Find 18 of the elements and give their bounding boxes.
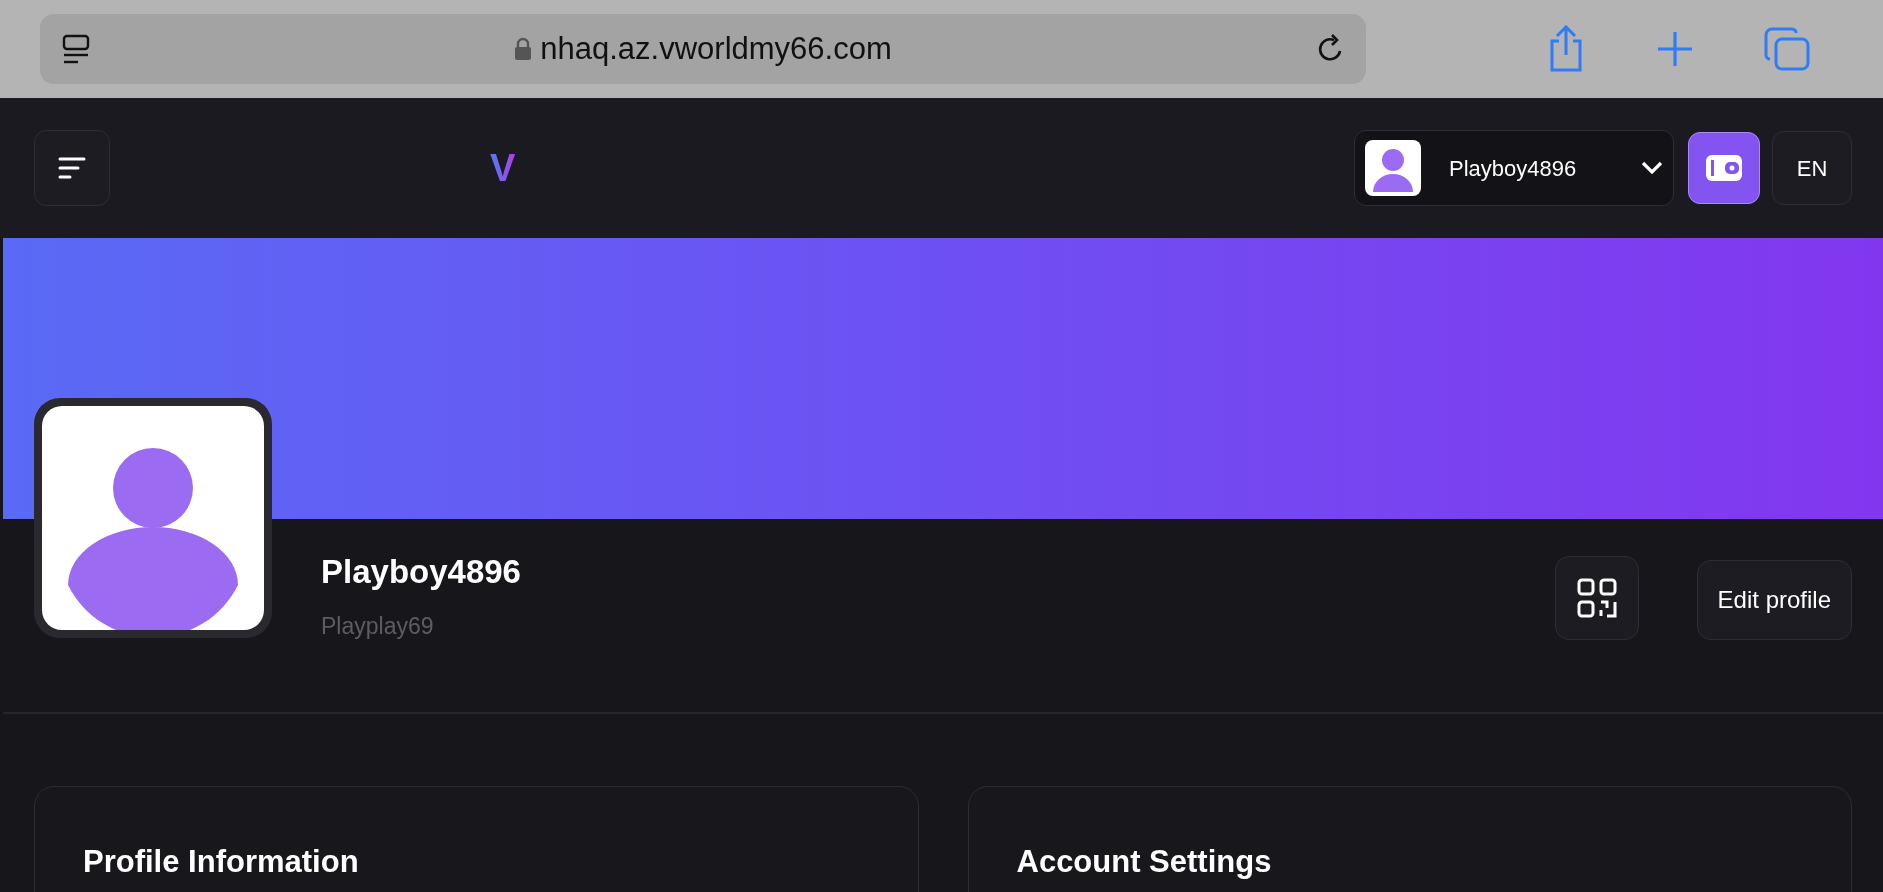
qr-code-button[interactable] [1554, 556, 1639, 640]
display-name: Playboy4896 [321, 552, 521, 592]
lock-icon [514, 37, 533, 61]
qr-code-icon [1576, 578, 1617, 618]
wallet-button[interactable] [1688, 132, 1760, 204]
card-title: Account Settings [1016, 843, 1273, 881]
username: Playplay69 [321, 611, 435, 641]
menu-button[interactable] [34, 130, 110, 206]
chevron-down-icon [1641, 161, 1663, 175]
card-title: Profile Information [83, 843, 360, 881]
wallet-icon [1705, 154, 1743, 182]
address-bar-url[interactable]: nhaq.az.vworldmy66.com [540, 25, 892, 73]
language-button[interactable]: EN [1772, 131, 1852, 205]
user-dropdown[interactable]: Playboy4896 [1354, 130, 1674, 206]
menu-icon [58, 157, 86, 179]
edit-profile-button[interactable]: Edit profile [1696, 560, 1852, 640]
avatar-icon [1365, 140, 1421, 196]
sidebar-icon[interactable] [60, 33, 92, 65]
